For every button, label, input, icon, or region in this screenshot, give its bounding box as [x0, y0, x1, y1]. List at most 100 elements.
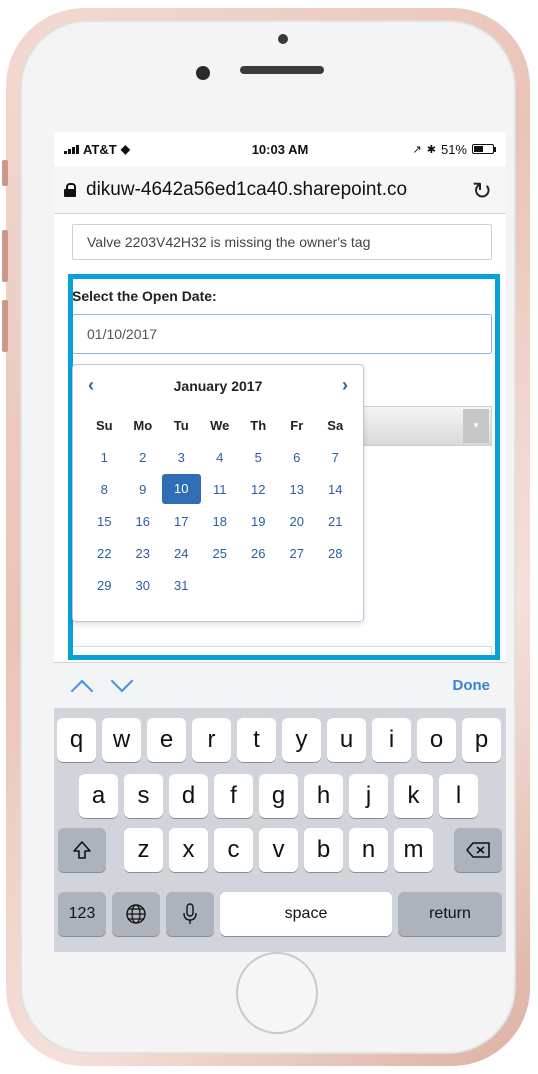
calendar-day[interactable]: 12 [239, 482, 278, 497]
calendar-day[interactable]: 29 [85, 578, 124, 593]
key-d[interactable]: d [169, 774, 208, 818]
calendar-day[interactable]: 11 [201, 482, 240, 497]
calendar-day[interactable]: 28 [316, 546, 355, 561]
backspace-icon[interactable] [454, 828, 502, 872]
calendar-week-row: 15 16 17 18 19 20 21 [85, 505, 355, 537]
weekday-label: Mo [133, 417, 153, 433]
calendar-week-row: 8 9 10 11 12 13 14 [85, 473, 355, 505]
calendar-day[interactable]: 21 [316, 514, 355, 529]
next-month-button[interactable]: › [333, 375, 357, 396]
calendar-day[interactable]: 31 [162, 578, 201, 593]
calendar-day[interactable]: 26 [239, 546, 278, 561]
url-bar[interactable]: dikuw-4642a56ed1ca40.sharepoint.co ↻ [54, 166, 506, 214]
weekday-label: Tu [173, 417, 189, 433]
calendar-day[interactable]: 16 [124, 514, 163, 529]
key-s[interactable]: s [124, 774, 163, 818]
calendar-day[interactable]: 24 [162, 546, 201, 561]
key-j[interactable]: j [349, 774, 388, 818]
key-i[interactable]: i [372, 718, 411, 762]
key-c[interactable]: c [214, 828, 253, 872]
key-y[interactable]: y [282, 718, 321, 762]
calendar-day[interactable]: 30 [124, 578, 163, 593]
calendar-day[interactable]: 2 [124, 450, 163, 465]
calendar-day[interactable]: 19 [239, 514, 278, 529]
key-z[interactable]: z [124, 828, 163, 872]
done-button[interactable]: Done [453, 677, 491, 694]
weekday-label: Fr [290, 417, 304, 433]
key-r[interactable]: r [192, 718, 231, 762]
calendar-day[interactable]: 3 [162, 450, 201, 465]
space-key[interactable]: space [220, 892, 392, 936]
key-h[interactable]: h [304, 774, 343, 818]
calendar-day[interactable]: 27 [278, 546, 317, 561]
key-p[interactable]: p [462, 718, 501, 762]
calendar-day[interactable]: 14 [316, 482, 355, 497]
volume-down-button [2, 300, 8, 352]
key-w[interactable]: w [102, 718, 141, 762]
url-text[interactable]: dikuw-4642a56ed1ca40.sharepoint.co [86, 179, 460, 201]
key-t[interactable]: t [237, 718, 276, 762]
description-field[interactable]: Valve 2203V42H32 is missing the owner's … [72, 224, 492, 260]
return-key[interactable]: return [398, 892, 502, 936]
key-b[interactable]: b [304, 828, 343, 872]
key-v[interactable]: v [259, 828, 298, 872]
key-g[interactable]: g [259, 774, 298, 818]
calendar-day[interactable]: 9 [124, 482, 163, 497]
calendar-day[interactable]: 17 [162, 514, 201, 529]
proximity-sensor [278, 34, 288, 44]
weekday-label: Sa [327, 417, 344, 433]
key-e[interactable]: e [147, 718, 186, 762]
key-k[interactable]: k [394, 774, 433, 818]
previous-field-icon[interactable] [70, 679, 94, 703]
weekday-label: Th [250, 417, 267, 433]
key-q[interactable]: q [57, 718, 96, 762]
calendar-day[interactable]: 6 [278, 450, 317, 465]
volume-up-button [2, 230, 8, 282]
calendar-day[interactable]: 23 [124, 546, 163, 561]
status-right: ↗ ✱ 51% [412, 141, 496, 157]
calendar-grid: Su Mo Tu We Th Fr Sa 1 2 3 4 5 6 7 8 9 10 11 12 13 14… [85, 409, 355, 601]
key-x[interactable]: x [169, 828, 208, 872]
calendar-week-row: 22 23 24 25 26 27 28 [85, 537, 355, 569]
month-title[interactable]: January 2017 [73, 378, 363, 394]
location-icon: ↗ [412, 143, 422, 156]
battery-icon [472, 144, 496, 154]
shift-icon[interactable] [58, 828, 106, 872]
calendar-day[interactable]: 7 [316, 450, 355, 465]
calendar-day[interactable]: 8 [85, 482, 124, 497]
calendar-day[interactable]: 25 [201, 546, 240, 561]
microphone-icon[interactable] [166, 892, 214, 936]
key-f[interactable]: f [214, 774, 253, 818]
calendar-day[interactable]: 4 [201, 450, 240, 465]
earpiece-speaker [240, 66, 324, 74]
bluetooth-icon: ✱ [426, 143, 436, 156]
weekday-label: We [210, 417, 230, 433]
globe-icon[interactable] [112, 892, 160, 936]
reload-icon[interactable]: ↻ [472, 177, 492, 206]
key-u[interactable]: u [327, 718, 366, 762]
key-o[interactable]: o [417, 718, 456, 762]
numbers-key[interactable]: 123 [58, 892, 106, 936]
key-a[interactable]: a [79, 774, 118, 818]
calendar-day[interactable]: 22 [85, 546, 124, 561]
key-n[interactable]: n [349, 828, 388, 872]
battery-percent: 51% [440, 141, 467, 157]
date-picker: ‹ January 2017 › Su Mo Tu We Th Fr Sa 12… [72, 364, 364, 622]
calendar-day[interactable]: 15 [85, 514, 124, 529]
key-l[interactable]: l [439, 774, 478, 818]
calendar-day[interactable]: 1 [85, 450, 124, 465]
weekday-row: Su Mo Tu We Th Fr Sa [85, 409, 355, 441]
keyboard-toolbar: Done [54, 662, 506, 708]
calendar-day[interactable]: 10 [162, 474, 201, 504]
calendar-day[interactable]: 5 [239, 450, 278, 465]
calendar-day[interactable]: 13 [278, 482, 317, 497]
key-m[interactable]: m [394, 828, 433, 872]
home-button[interactable] [236, 952, 318, 1034]
mute-switch [2, 160, 8, 186]
calendar-day[interactable]: 20 [278, 514, 317, 529]
next-field-icon[interactable] [110, 669, 134, 693]
calendar-week-row: 29 30 31 [85, 569, 355, 601]
calendar-week-row: 1234567 [85, 441, 355, 473]
calendar-day[interactable]: 18 [201, 514, 240, 529]
keyboard: 123 space return qwertyuiop asdfghjkl zxcv… [54, 708, 506, 952]
